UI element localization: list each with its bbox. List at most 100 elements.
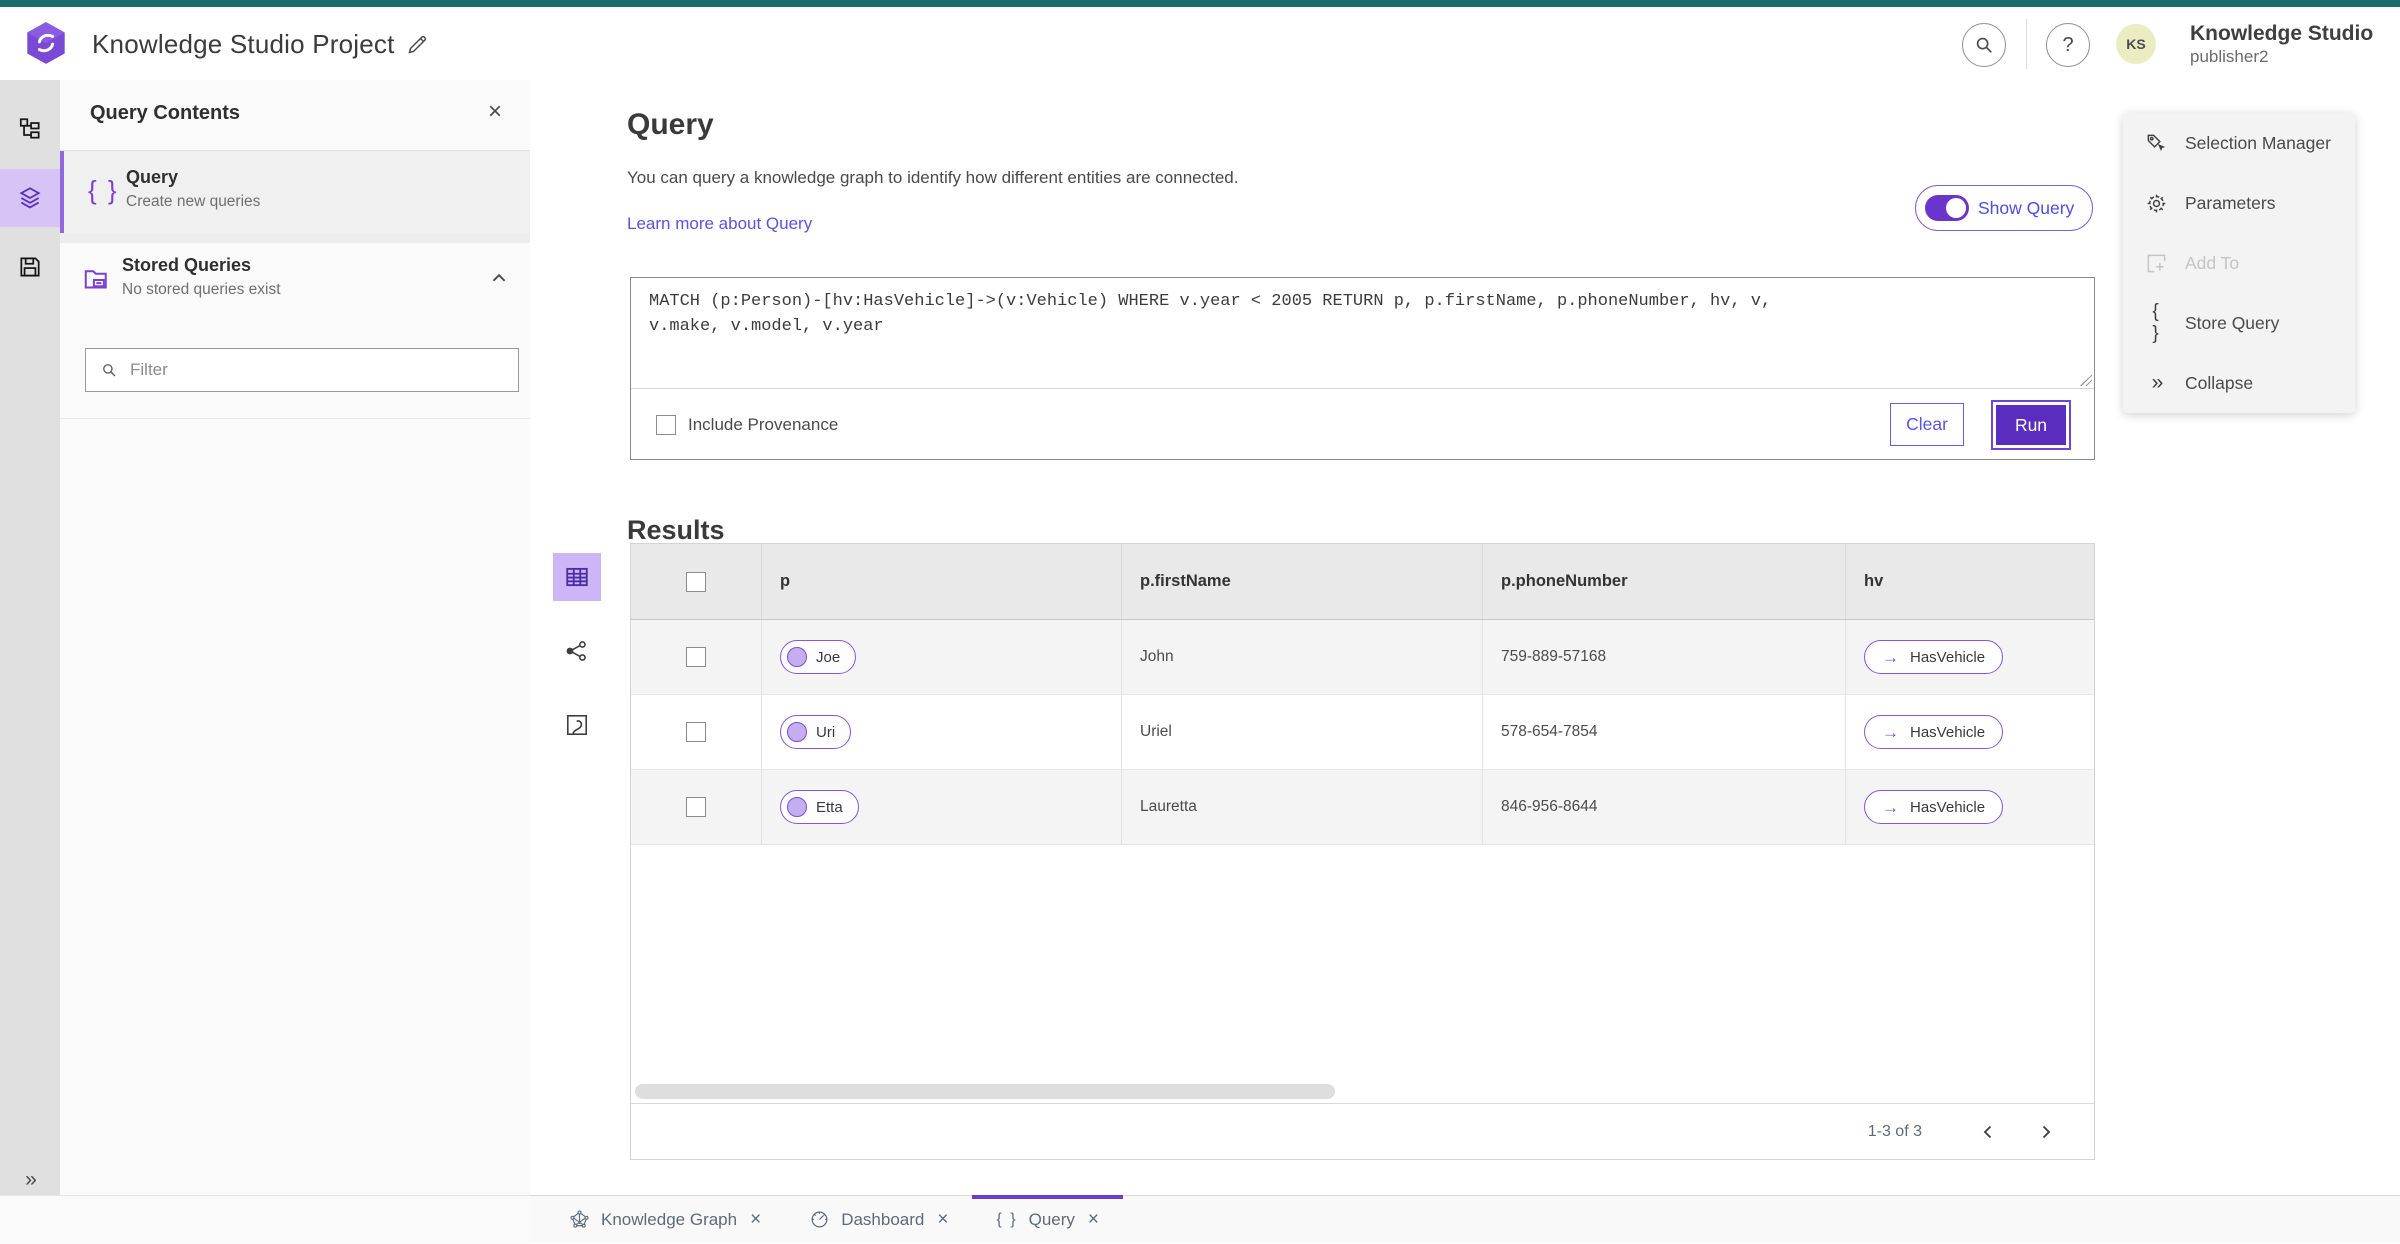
rail-item-layers[interactable]	[0, 169, 60, 227]
cell-phonenumber: 759-889-57168	[1482, 620, 1845, 694]
row-checkbox[interactable]	[686, 647, 706, 667]
node-icon	[787, 797, 807, 817]
add-to-button[interactable]: Add To	[2123, 233, 2355, 293]
layers-icon	[19, 187, 41, 209]
edge-pill[interactable]: → HasVehicle	[1864, 790, 2004, 824]
node-pill[interactable]: Etta	[780, 790, 859, 824]
node-label: Joe	[816, 648, 841, 666]
query-editor-container: MATCH (p:Person)-[hv:HasVehicle]->(v:Veh…	[630, 277, 2095, 460]
dashboard-icon	[811, 1211, 828, 1228]
learn-more-link[interactable]: Learn more about Query	[627, 214, 812, 234]
double-chevron-right-icon: »	[25, 1168, 37, 1191]
column-header-p[interactable]: p	[761, 544, 1121, 619]
sidebar-bottom-strip	[0, 1195, 530, 1244]
collapse-button[interactable]: » Collapse	[2123, 353, 2355, 413]
select-all-checkbox[interactable]	[686, 571, 706, 592]
edge-pill[interactable]: → HasVehicle	[1864, 640, 2004, 674]
column-header-hv[interactable]: hv	[1845, 544, 2094, 619]
stored-queries-section[interactable]: Stored Queries No stored queries exist	[60, 243, 530, 339]
edit-title-icon[interactable]	[405, 33, 429, 57]
run-button[interactable]: Run	[1996, 405, 2066, 445]
user-avatar[interactable]: KS	[2116, 24, 2156, 64]
tab-dashboard[interactable]: Dashboard ×	[785, 1196, 972, 1243]
page-title: Query	[627, 108, 714, 141]
table-view-button[interactable]	[553, 553, 601, 601]
help-button[interactable]: ?	[2046, 23, 2090, 67]
app-logo-icon[interactable]	[24, 21, 68, 65]
braces-icon: { }	[996, 1210, 1018, 1228]
show-query-toggle[interactable]: Show Query	[1915, 185, 2094, 231]
cell-firstname: John	[1121, 620, 1482, 694]
product-name: Knowledge Studio	[2190, 22, 2374, 45]
tab-query[interactable]: { } Query ×	[972, 1195, 1123, 1243]
next-page-button[interactable]	[2026, 1112, 2066, 1152]
graph-view-button[interactable]	[553, 627, 601, 675]
row-checkbox[interactable]	[686, 722, 706, 742]
filter-input[interactable]	[128, 359, 472, 381]
panel-header: Query Contents ×	[60, 80, 530, 150]
edge-pill[interactable]: → HasVehicle	[1864, 715, 2004, 749]
rail-item-data-model[interactable]	[0, 100, 60, 158]
top-accent-bar	[0, 0, 2400, 7]
close-tab-icon[interactable]: ×	[750, 1209, 761, 1231]
close-tab-icon[interactable]: ×	[1088, 1209, 1099, 1231]
node-icon	[787, 647, 807, 667]
user-info: Knowledge Studio publisher2	[2190, 21, 2373, 67]
bottom-tab-bar: Knowledge Graph × Dashboard × { } Query …	[530, 1195, 2400, 1243]
save-icon	[20, 257, 40, 277]
selection-manager-label: Selection Manager	[2185, 132, 2331, 153]
previous-page-button[interactable]	[1968, 1112, 2008, 1152]
hierarchy-icon	[19, 118, 40, 139]
pagination-label: 1-3 of 3	[1867, 1122, 1922, 1140]
selection-manager-button[interactable]: Selection Manager	[2123, 113, 2355, 173]
tab-label: Knowledge Graph	[601, 1209, 738, 1229]
row-checkbox[interactable]	[686, 797, 706, 817]
clear-button[interactable]: Clear	[1890, 403, 1964, 446]
add-to-label: Add To	[2185, 252, 2240, 273]
project-title: Knowledge Studio Project	[92, 29, 395, 59]
search-button[interactable]	[1962, 23, 2006, 67]
show-query-label: Show Query	[1978, 197, 2075, 218]
knowledge-graph-icon	[570, 1210, 589, 1228]
include-provenance-checkbox[interactable]	[656, 414, 676, 435]
table-row: Etta Lauretta 846-956-8644 → HasVehicle	[631, 770, 2094, 845]
rail-item-saved[interactable]	[0, 238, 60, 296]
query-textarea[interactable]: MATCH (p:Person)-[hv:HasVehicle]->(v:Veh…	[631, 278, 2094, 389]
chevron-up-icon[interactable]	[490, 269, 508, 287]
tab-knowledge-graph[interactable]: Knowledge Graph ×	[545, 1196, 785, 1243]
node-pill[interactable]: Joe	[780, 640, 857, 674]
query-item-subtitle: Create new queries	[126, 193, 261, 210]
column-header-firstname[interactable]: p.firstName	[1121, 544, 1482, 619]
header-divider	[2026, 19, 2027, 69]
left-icon-rail	[0, 80, 60, 1243]
include-provenance-label: Include Provenance	[688, 414, 839, 434]
column-header-phonenumber[interactable]: p.phoneNumber	[1482, 544, 1845, 619]
parameters-label: Parameters	[2185, 192, 2276, 213]
parameters-button[interactable]: Parameters	[2123, 173, 2355, 233]
close-panel-icon[interactable]: ×	[488, 98, 502, 126]
node-label: Etta	[816, 798, 843, 816]
node-pill[interactable]: Uri	[780, 715, 852, 749]
map-view-button[interactable]	[553, 701, 601, 749]
search-icon	[1976, 37, 1992, 53]
table-header-row: p p.firstName p.phoneNumber hv	[631, 544, 2094, 620]
knowledge-studio-app: Knowledge Studio Project ? KS Knowledge …	[0, 0, 2400, 1244]
cell-firstname: Uriel	[1121, 695, 1482, 769]
resize-handle[interactable]	[2080, 374, 2092, 386]
divider	[60, 418, 530, 419]
edge-label: HasVehicle	[1910, 648, 1986, 666]
table-pagination: 1-3 of 3	[631, 1103, 2094, 1159]
query-item-title: Query	[126, 167, 179, 187]
edge-arrow-icon: →	[1882, 797, 1899, 817]
help-icon: ?	[2062, 33, 2074, 56]
store-query-label: Store Query	[2185, 312, 2280, 333]
sidebar-item-query[interactable]: { } Query Create new queries	[60, 151, 530, 233]
close-tab-icon[interactable]: ×	[937, 1209, 948, 1231]
edge-label: HasVehicle	[1910, 723, 1986, 741]
toggle-track	[1925, 195, 1969, 221]
scrollbar-thumb[interactable]	[635, 1084, 1335, 1099]
store-query-button[interactable]: { } Store Query	[2123, 293, 2355, 353]
query-main-area: Query You can query a knowledge graph to…	[530, 80, 2400, 1195]
chevron-right-icon	[2042, 1125, 2051, 1138]
double-chevron-right-icon: »	[2151, 371, 2164, 394]
